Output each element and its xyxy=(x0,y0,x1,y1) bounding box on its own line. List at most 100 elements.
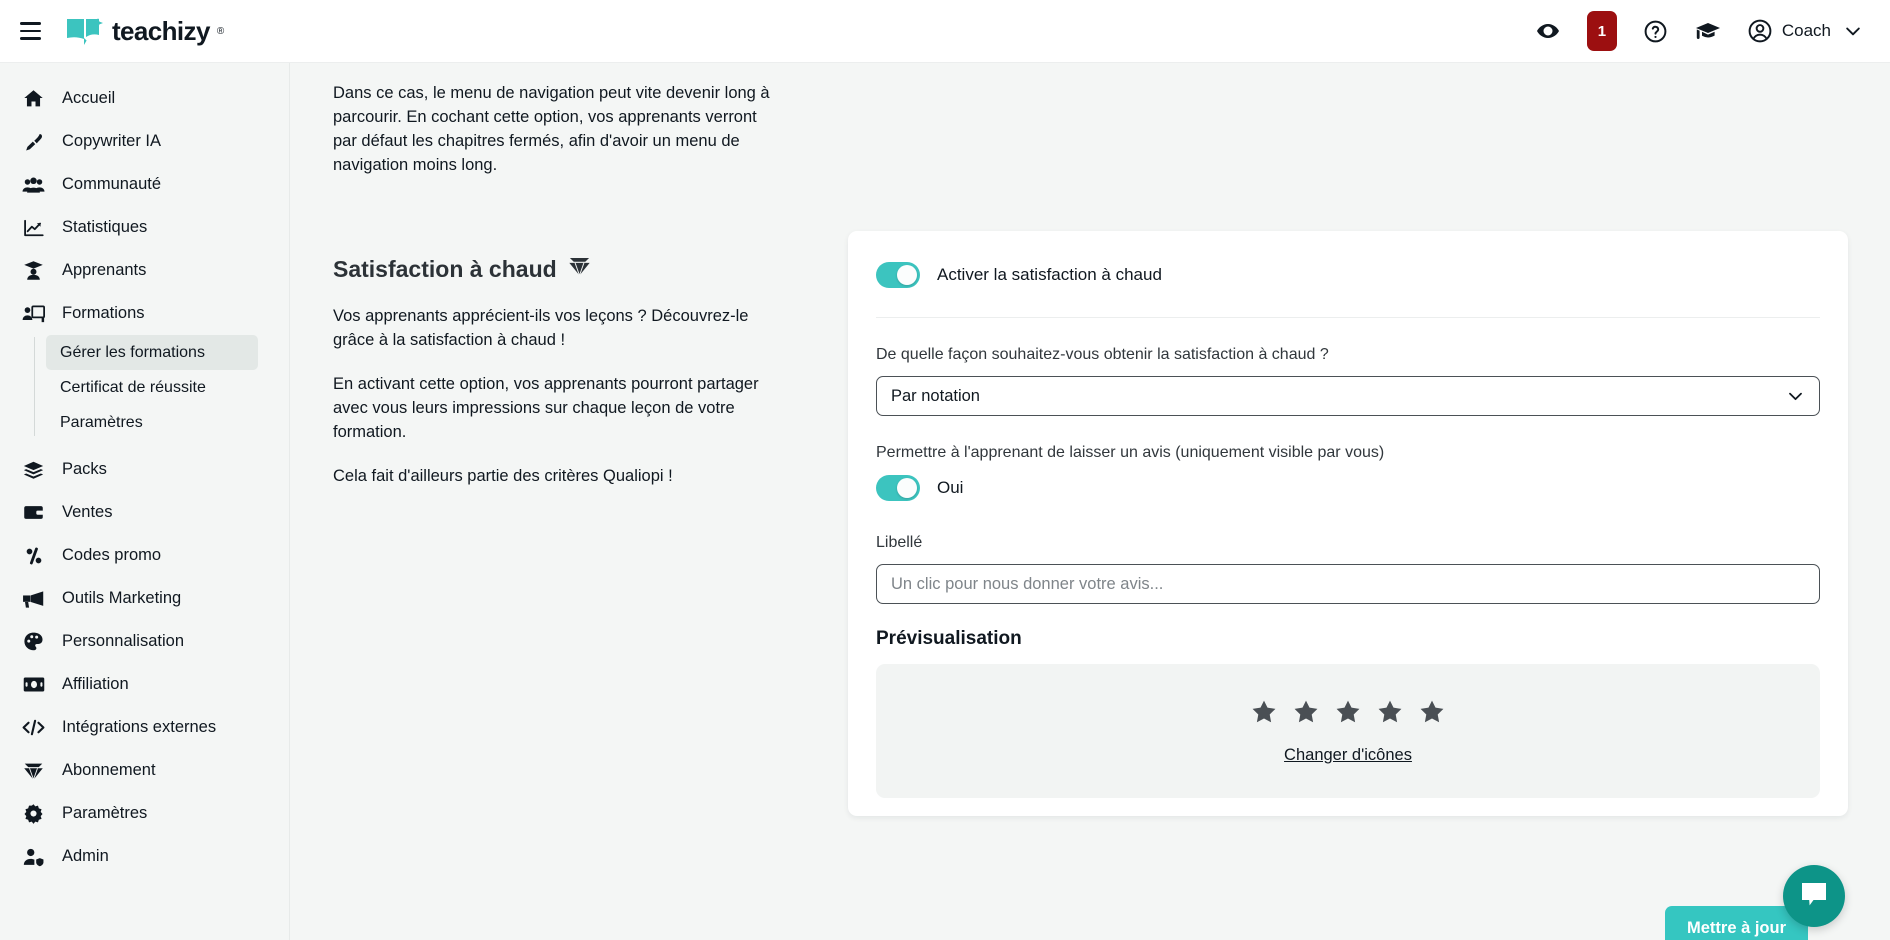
account-menu[interactable]: Coach xyxy=(1747,18,1866,44)
libelle-input[interactable]: Un clic pour nous donner votre avis... xyxy=(876,564,1820,604)
allow-review-row: Oui xyxy=(876,470,1820,506)
sidebar-item-parametres[interactable]: Paramètres xyxy=(0,792,289,835)
pen-icon xyxy=(22,132,45,152)
star-icon[interactable] xyxy=(1250,698,1278,731)
star-icon[interactable] xyxy=(1334,698,1362,731)
sidebar-item-formations[interactable]: Formations xyxy=(0,292,289,335)
sidebar-item-admin[interactable]: Admin xyxy=(0,835,289,878)
method-selected-value: Par notation xyxy=(891,386,980,405)
top-bar: teachizy ® 1 Coach xyxy=(0,0,1890,63)
chat-bubble-icon xyxy=(1799,880,1829,913)
toggle-knob xyxy=(896,477,918,499)
explanation-column: Dans ce cas, le menu de navigation peut … xyxy=(333,81,783,488)
allow-review-value: Oui xyxy=(937,478,964,497)
users-icon xyxy=(22,175,45,195)
sidebar-item-label: Admin xyxy=(62,847,109,865)
sidebar-item-label: Apprenants xyxy=(62,261,147,279)
layers-icon xyxy=(22,460,45,480)
chevron-down-icon xyxy=(1786,387,1805,406)
sidebar-item-abonnement[interactable]: Abonnement xyxy=(0,749,289,792)
preview-box: Changer d'icônes xyxy=(876,664,1820,798)
sidebar-item-apprenants[interactable]: Apprenants xyxy=(0,249,289,292)
banknote-icon xyxy=(22,676,45,693)
graduation-cap-icon[interactable] xyxy=(1695,18,1721,44)
home-icon xyxy=(22,88,45,109)
sidebar-item-label: Statistiques xyxy=(62,218,148,236)
eye-icon[interactable] xyxy=(1535,18,1561,44)
method-label: De quelle façon souhaitez-vous obtenir l… xyxy=(876,346,1329,363)
page-title: Satisfaction à chaud xyxy=(333,255,783,283)
gem-icon xyxy=(568,255,591,283)
teachizy-mark-icon xyxy=(65,16,105,46)
sidebar-item-packs[interactable]: Packs xyxy=(0,448,289,491)
sidebar-item-accueil[interactable]: Accueil xyxy=(0,77,289,120)
sidebar-item-label: Personnalisation xyxy=(62,632,184,650)
sidebar-item-label: Ventes xyxy=(62,503,113,521)
enable-satisfaction-label: Activer la satisfaction à chaud xyxy=(937,265,1162,284)
sidebar-item-label: Accueil xyxy=(62,89,116,107)
sidebar-item-certificat-de-reussite[interactable]: Certificat de réussite xyxy=(46,370,258,405)
hamburger-icon[interactable] xyxy=(13,14,47,48)
sidebar-subitem-label: Certificat de réussite xyxy=(60,378,206,396)
wallet-icon xyxy=(22,503,45,522)
sidebar-item-affiliation[interactable]: Affiliation xyxy=(0,663,289,706)
user-shield-icon xyxy=(22,847,45,867)
star-icon[interactable] xyxy=(1376,698,1404,731)
sidebar-item-codes-promo[interactable]: Codes promo xyxy=(0,534,289,577)
satisfaction-settings-card: Activer la satisfaction à chaud De quell… xyxy=(848,231,1848,816)
sidebar-item-label: Packs xyxy=(62,460,107,478)
enable-satisfaction-row: Activer la satisfaction à chaud xyxy=(876,257,1820,293)
sidebar-subitem-label: Paramètres xyxy=(60,413,143,431)
main-content: Dans ce cas, le menu de navigation peut … xyxy=(290,63,1890,940)
section-title-text: Satisfaction à chaud xyxy=(333,255,557,282)
chat-widget-button[interactable] xyxy=(1783,865,1845,927)
top-bar-actions: 1 Coach xyxy=(1535,11,1890,51)
libelle-placeholder: Un clic pour nous donner votre avis... xyxy=(891,574,1164,593)
star-rating-preview xyxy=(1250,698,1446,731)
account-name: Coach xyxy=(1781,21,1831,40)
star-icon[interactable] xyxy=(1292,698,1320,731)
sidebar-item-outils-marketing[interactable]: Outils Marketing xyxy=(0,577,289,620)
gear-icon xyxy=(22,803,45,824)
card-divider xyxy=(876,317,1820,318)
chart-line-icon xyxy=(22,218,45,238)
brand-name: teachizy xyxy=(112,15,210,46)
percent-icon xyxy=(22,546,45,566)
sidebar-item-label: Copywriter IA xyxy=(62,132,162,150)
paragraph-1: Vos apprenants apprécient-ils vos leçons… xyxy=(333,307,749,349)
sidebar-item-label: Paramètres xyxy=(62,804,148,822)
user-circle-icon xyxy=(1747,18,1773,44)
sidebar-item-copywriter-ia[interactable]: Copywriter IA xyxy=(0,120,289,163)
sidebar-item-label: Intégrations externes xyxy=(62,718,217,736)
question-circle-icon[interactable] xyxy=(1643,18,1669,44)
sidebar-item-gerer-les-formations[interactable]: Gérer les formations xyxy=(46,335,258,370)
brand-logo[interactable]: teachizy ® xyxy=(65,16,224,47)
star-icon[interactable] xyxy=(1418,698,1446,731)
code-icon xyxy=(22,718,45,737)
allow-review-toggle[interactable] xyxy=(876,475,920,501)
sidebar-item-ventes[interactable]: Ventes xyxy=(0,491,289,534)
libelle-label: Libellé xyxy=(876,534,923,551)
sidebar-subnav-formations: Gérer les formations Certificat de réuss… xyxy=(34,335,289,440)
change-icons-link[interactable]: Changer d'icônes xyxy=(1284,746,1412,765)
review-label: Permettre à l'apprenant de laisser un av… xyxy=(876,444,1385,461)
sidebar-item-personnalisation[interactable]: Personnalisation xyxy=(0,620,289,663)
enable-satisfaction-toggle[interactable] xyxy=(876,262,920,288)
sidebar-item-integrations-externes[interactable]: Intégrations externes xyxy=(0,706,289,749)
satisfaction-method-select[interactable]: Par notation xyxy=(876,376,1820,416)
toggle-knob xyxy=(896,264,918,286)
sidebar: Accueil Copywriter IA Communauté Statist… xyxy=(0,63,290,940)
notification-badge[interactable]: 1 xyxy=(1586,11,1617,51)
chevron-down-icon xyxy=(1840,18,1866,44)
palette-icon xyxy=(22,631,45,652)
sidebar-item-statistiques[interactable]: Statistiques xyxy=(0,206,289,249)
sidebar-item-communaute[interactable]: Communauté xyxy=(0,163,289,206)
app-root: teachizy ® 1 Coach Accueil Copywriter IA… xyxy=(0,0,1890,940)
paragraph-3: Cela fait d'ailleurs partie des critères… xyxy=(333,467,673,485)
megaphone-icon xyxy=(22,589,45,609)
sidebar-item-label: Abonnement xyxy=(62,761,156,779)
sidebar-item-parametres-formations[interactable]: Paramètres xyxy=(46,405,258,440)
student-icon xyxy=(22,260,45,281)
sidebar-item-label: Affiliation xyxy=(62,675,129,693)
sidebar-subitem-label: Gérer les formations xyxy=(60,343,205,361)
